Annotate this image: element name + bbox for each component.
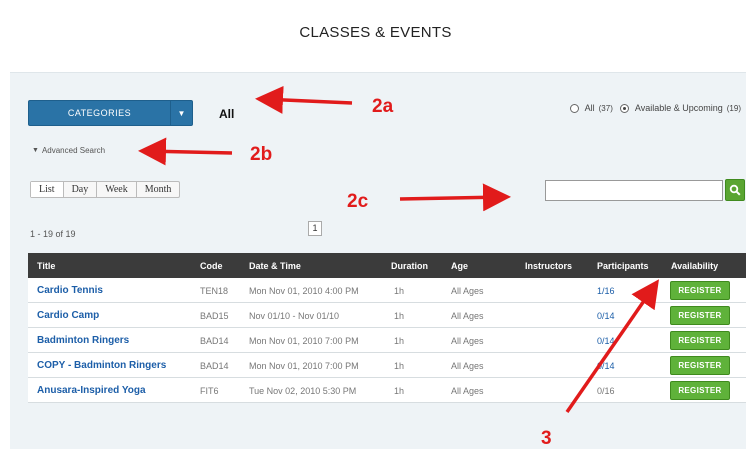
arrow-2c	[399, 183, 511, 212]
annotation-2c: 2c	[347, 191, 369, 212]
arrow-2a	[255, 85, 353, 114]
annotation-3: 3	[541, 428, 552, 449]
annotation-2b: 2b	[250, 144, 273, 165]
annotation-arrows	[138, 85, 659, 413]
arrow-2b	[138, 137, 233, 166]
annotation-2a: 2a	[372, 96, 394, 117]
arrow-3	[565, 279, 659, 413]
